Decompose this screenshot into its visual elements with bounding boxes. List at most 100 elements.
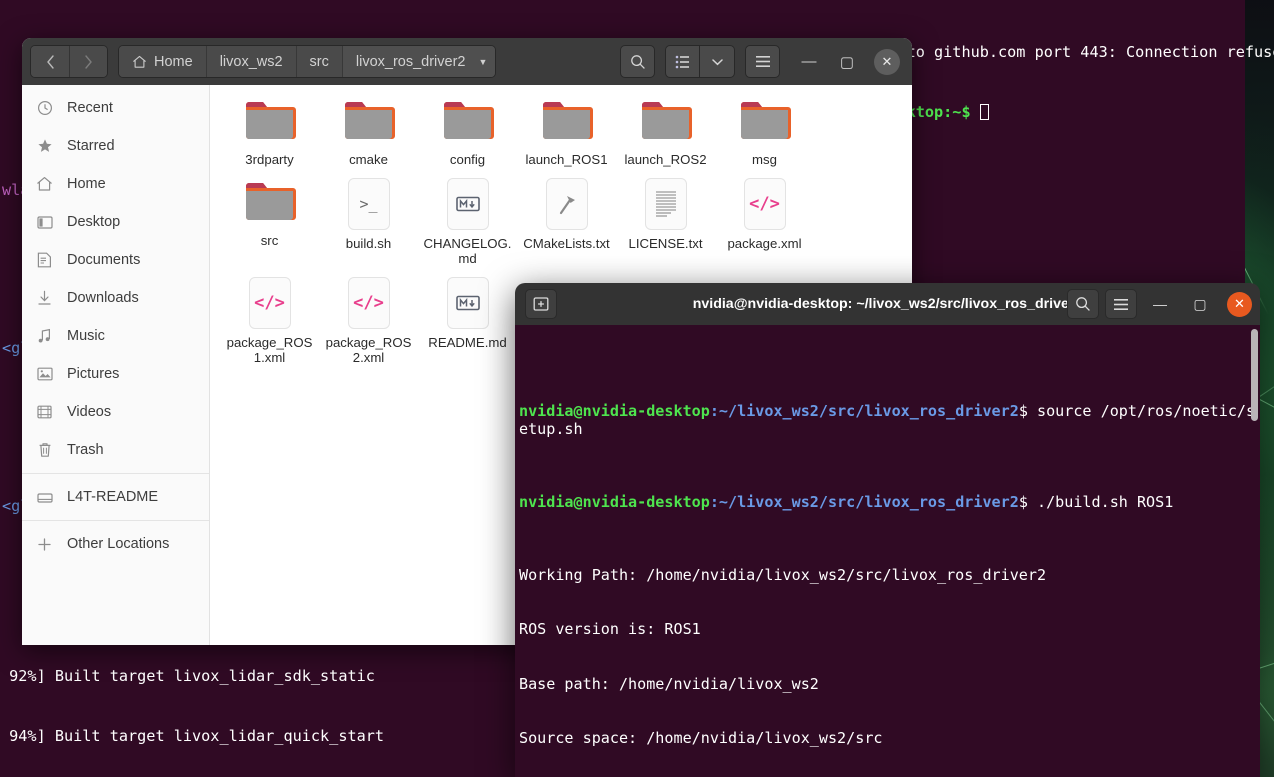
file-item[interactable]: cmake [319, 93, 418, 174]
terminal-scrollbar[interactable] [1251, 329, 1258, 421]
bg-terminal-bottom-text: 92%] Built target livox_lidar_sdk_static… [0, 626, 516, 777]
file-item[interactable]: </> package_ROS2.xml [319, 273, 418, 372]
breadcrumb-label: livox_ros_driver2 [355, 53, 466, 70]
file-name: CMakeLists.txt [523, 235, 610, 251]
sidebar-item-label: Documents [67, 252, 141, 268]
file-name: launch_ROS1 [525, 152, 608, 167]
terminal-line: Source space: /home/nvidia/livox_ws2/src [519, 729, 883, 748]
sidebar-divider [22, 473, 209, 474]
music-icon [36, 328, 53, 345]
sidebar-item-trash[interactable]: Trash [22, 431, 209, 469]
file-item[interactable]: src [220, 174, 319, 273]
prompt-user: nvidia@nvidia-desktop [519, 492, 710, 511]
sidebar: Recent Starred Home Desktop Documents Do… [22, 85, 210, 645]
breadcrumb-item-home[interactable]: Home [119, 46, 206, 77]
sidebar-item-label: L4T-README [67, 489, 159, 505]
file-name: launch_ROS2 [624, 152, 707, 167]
trash-icon [36, 442, 53, 459]
view-list-icon[interactable] [665, 45, 700, 78]
file-item[interactable]: </> package_ROS1.xml [220, 273, 319, 372]
sidebar-item-videos[interactable]: Videos [22, 393, 209, 431]
prompt-symbol: $ [1018, 401, 1037, 420]
file-item[interactable]: LICENSE.txt [616, 174, 715, 273]
file-name: package_ROS1.xml [226, 334, 313, 366]
sidebar-item-label: Music [67, 328, 105, 344]
file-item[interactable]: launch_ROS2 [616, 93, 715, 174]
plus-icon [36, 536, 53, 553]
sidebar-item-label: Pictures [67, 366, 120, 382]
file-name: src [260, 232, 279, 248]
hamburger-menu-icon[interactable] [1105, 289, 1137, 319]
file-name: build.sh [345, 235, 392, 251]
xml-file-icon: </> [347, 276, 390, 329]
minimize-button[interactable]: — [790, 39, 828, 84]
chevron-down-icon[interactable] [700, 45, 735, 78]
file-item[interactable]: msg [715, 93, 814, 174]
sidebar-item-documents[interactable]: Documents [22, 241, 209, 279]
file-name: 3rdparty [245, 152, 294, 167]
maximize-button[interactable]: ▢ [1183, 287, 1217, 321]
sidebar-item-l4t-readme[interactable]: L4T-README [22, 478, 209, 516]
sidebar-item-label: Recent [67, 100, 113, 116]
sidebar-item-music[interactable]: Music [22, 317, 209, 355]
sidebar-item-label: Starred [67, 138, 115, 154]
breadcrumb-label: src [309, 53, 329, 70]
sidebar-item-starred[interactable]: Starred [22, 127, 209, 165]
sidebar-item-pictures[interactable]: Pictures [22, 355, 209, 393]
file-name: cmake [349, 152, 388, 167]
xml-file-icon: </> [743, 177, 786, 230]
minimize-button[interactable]: — [1143, 287, 1177, 321]
forward-icon[interactable] [69, 46, 107, 77]
navigation-buttons [30, 45, 108, 78]
file-item[interactable]: CMakeLists.txt [517, 174, 616, 273]
terminal-line: Base path: /home/nvidia/livox_ws2 [519, 674, 819, 693]
search-icon[interactable] [1067, 289, 1099, 319]
file-item[interactable]: CHANGELOG.md [418, 174, 517, 273]
new-tab-icon[interactable] [525, 289, 557, 319]
file-item[interactable]: </> package.xml [715, 174, 814, 273]
folder-icon [442, 97, 494, 146]
terminal-prompt-line: nvidia@nvidia-desktop:~/livox_ws2/src/li… [519, 402, 1258, 438]
breadcrumb-item-src[interactable]: src [295, 46, 342, 77]
pictures-icon [36, 366, 53, 383]
breadcrumb-item-livox-ros-driver2[interactable]: livox_ros_driver2 ▼ [341, 46, 496, 77]
terminal-output[interactable]: nvidia@nvidia-desktop:~/livox_ws2/src/li… [515, 325, 1260, 777]
sidebar-divider [22, 520, 209, 521]
xml-file-icon: </> [248, 276, 291, 329]
file-item[interactable]: README.md [418, 273, 517, 372]
breadcrumb-label: Home [154, 53, 193, 70]
breadcrumb: Home livox_ws2 src livox_ros_driver2 ▼ [118, 45, 497, 78]
prompt-symbol: $ [1018, 492, 1037, 511]
sidebar-item-other-locations[interactable]: Other Locations [22, 525, 209, 563]
home-icon [36, 176, 53, 193]
sidebar-item-recent[interactable]: Recent [22, 89, 209, 127]
sidebar-item-home[interactable]: Home [22, 165, 209, 203]
close-button[interactable]: ✕ [874, 48, 900, 75]
folder-icon [244, 97, 296, 146]
prompt-user: nvidia@nvidia-desktop [519, 401, 710, 420]
hamburger-menu-icon[interactable] [745, 45, 780, 78]
file-item[interactable]: launch_ROS1 [517, 93, 616, 174]
folder-icon [541, 97, 593, 146]
terminal-line: Working Path: /home/nvidia/livox_ws2/src… [519, 565, 1047, 584]
download-icon [36, 290, 53, 307]
terminal-prompt-line: nvidia@nvidia-desktop:~/livox_ws2/src/li… [519, 493, 1258, 511]
sidebar-item-desktop[interactable]: Desktop [22, 203, 209, 241]
search-icon[interactable] [620, 45, 655, 78]
sidebar-item-downloads[interactable]: Downloads [22, 279, 209, 317]
clock-icon [36, 100, 53, 117]
sidebar-item-label: Other Locations [67, 536, 170, 552]
close-button[interactable]: ✕ [1227, 291, 1252, 317]
breadcrumb-item-livox-ws2[interactable]: livox_ws2 [205, 46, 296, 77]
file-item[interactable]: >_ build.sh [319, 174, 418, 273]
file-item[interactable]: config [418, 93, 517, 174]
terminal-window[interactable]: nvidia@nvidia-desktop: ~/livox_ws2/src/l… [515, 283, 1260, 777]
maximize-button[interactable]: ▢ [828, 39, 866, 84]
text-file-icon [644, 177, 687, 230]
file-item[interactable]: 3rdparty [220, 93, 319, 174]
chevron-down-icon[interactable]: ▼ [479, 57, 488, 67]
markdown-file-icon [446, 177, 489, 230]
back-icon[interactable] [31, 46, 69, 77]
file-name: package.xml [727, 235, 802, 251]
desktop-icon [36, 214, 53, 231]
